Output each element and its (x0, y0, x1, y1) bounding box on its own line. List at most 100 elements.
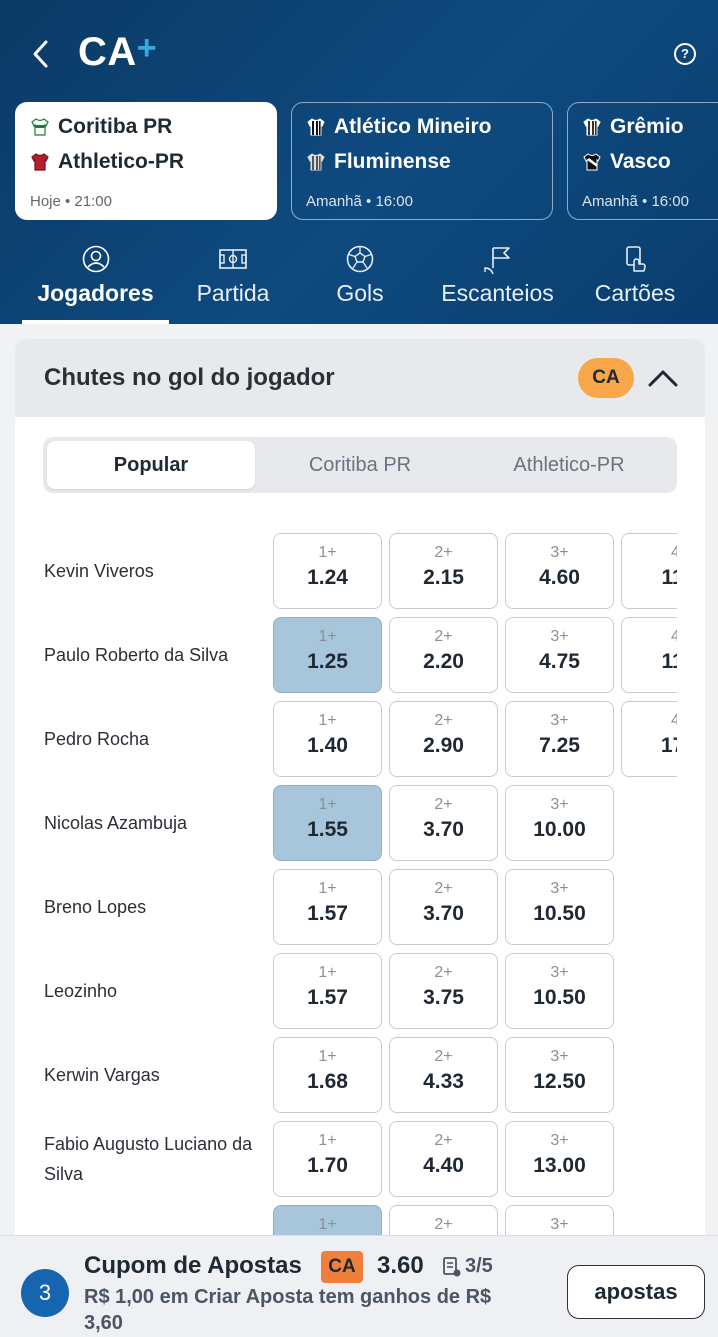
odds-threshold: 1+ (318, 964, 337, 981)
match-selector: Coritiba PR Athletico-PR Hoje • 21:00 At… (0, 102, 718, 222)
ball-icon (346, 245, 374, 273)
player-row: Nicolas Azambuja 1+ 1.55 2+ 3.70 3+ 10.00 (15, 785, 705, 869)
odds-threshold: 1+ (318, 880, 337, 897)
home-team: Grêmio (610, 115, 684, 138)
odds-threshold: 2+ (434, 712, 453, 729)
odds-button[interactable]: 3+ 10.00 (505, 785, 614, 861)
odds-button[interactable]: 411. (621, 533, 677, 609)
player-row: Fabio Augusto Luciano da Silva 1+ 1.70 2+ 4.… (15, 1121, 705, 1205)
header: CA+ ? Coritiba PR Athletico-PR Hoje • 21… (0, 0, 718, 324)
match-card-0[interactable]: Coritiba PR Athletico-PR Hoje • 21:00 (15, 102, 277, 220)
odds-value: 1.68 (307, 1070, 348, 1093)
odds-button[interactable]: 2+ 4.33 (389, 1037, 498, 1113)
odds-value: 11. (661, 650, 677, 673)
odds-value: 1.55 (307, 818, 348, 841)
match-card-2[interactable]: Grêmio Vasco Amanhã • 16:00 (567, 102, 718, 220)
apostas-button[interactable]: apostas (567, 1265, 705, 1319)
home-team: Atlético Mineiro (334, 115, 492, 138)
odds-button[interactable]: 2+ 2.15 (389, 533, 498, 609)
back-arrow-icon[interactable] (26, 34, 58, 74)
odds-button[interactable]: 1+ 1.25 (273, 617, 382, 693)
match-card-1[interactable]: Atlético Mineiro Fluminense Amanhã • 16:… (291, 102, 553, 220)
odds-threshold: 1+ (318, 712, 337, 729)
odds-button[interactable]: 3+ 10.50 (505, 953, 614, 1029)
segment-coritiba[interactable]: Coritiba PR (256, 441, 464, 489)
odds-button[interactable]: 417. (621, 701, 677, 777)
odds-threshold: 1+ (318, 544, 337, 561)
odds-threshold: 3+ (550, 964, 569, 981)
away-team: Fluminense (334, 150, 451, 173)
player-name: Pedro Rocha (44, 729, 150, 749)
corner-flag-icon (483, 247, 510, 274)
odds-value: 1.57 (307, 902, 348, 925)
away-team: Vasco (610, 150, 671, 173)
match-time: Hoje • 21:00 (30, 193, 112, 210)
tab-cartoes[interactable]: Cartões (585, 240, 685, 324)
chevron-up-icon[interactable] (647, 365, 679, 391)
odds-value: 3.70 (423, 902, 464, 925)
tab-jogadores[interactable]: Jogadores (22, 240, 169, 324)
player-name: Leozinho (44, 981, 118, 1001)
odds-group: 1+1.252+2.203+4.75411. (273, 617, 677, 695)
odds-button[interactable]: 3+ 13.00 (505, 1121, 614, 1197)
odds-threshold: 2+ (434, 1216, 453, 1233)
odds-button[interactable]: 3+ 10.50 (505, 869, 614, 945)
shirt-red-icon (31, 153, 49, 171)
shirt-striped-icon (307, 118, 325, 136)
odds-threshold: 3+ (550, 796, 569, 813)
odds-button[interactable]: 1+ 1.40 (273, 701, 382, 777)
market-header[interactable]: Chutes no gol do jogador CA (15, 339, 705, 417)
odds-button[interactable]: 1+ 1.70 (273, 1121, 382, 1197)
odds-button[interactable]: 2+ 3.70 (389, 785, 498, 861)
odds-button[interactable]: 1+ 1.57 (273, 953, 382, 1029)
odds-threshold: 3+ (550, 712, 569, 729)
odds-threshold: 2+ (434, 880, 453, 897)
odds-button[interactable]: 3+ 7.25 (505, 701, 614, 777)
odds-button[interactable]: 2+ 2.90 (389, 701, 498, 777)
player-row: Kevin Viveros1+1.242+2.153+4.60411. (15, 533, 705, 617)
odds-value: 4.40 (423, 1154, 464, 1177)
player-name: Paulo Roberto da Silva (44, 645, 229, 665)
card-icon (626, 246, 646, 272)
odds-group: 1+ 1.57 2+ 3.70 3+ 10.50 (273, 869, 677, 947)
bet-coupon-bar[interactable]: 3 Cupom de Apostas CA 3.60 3/5 R$ 1,00 e… (0, 1235, 718, 1337)
coupon-total-odds: 3.60 (377, 1252, 424, 1279)
odds-value: 2.90 (423, 734, 464, 757)
odds-group: 1+1.40 2+ 2.90 3+7.25417. (273, 701, 677, 779)
help-icon[interactable]: ? (674, 43, 696, 65)
odds-button[interactable]: 411. (621, 617, 677, 693)
segment-popular[interactable]: Popular (47, 441, 255, 489)
tab-partida[interactable]: Partida (178, 240, 288, 324)
player-name: Breno Lopes (44, 897, 147, 917)
segment-athletico[interactable]: Athletico-PR (465, 441, 673, 489)
odds-threshold: 2+ (434, 1048, 453, 1065)
team-filter: Popular Coritiba PR Athletico-PR (43, 437, 677, 493)
odds-button[interactable]: 1+ 1.57 (273, 869, 382, 945)
player-row: Paulo Roberto da Silva 1+ 1.25 2+ 2.20 3+ 4.75… (15, 617, 705, 701)
player-row: Breno Lopes 1+ 1.57 2+ 3.70 3+ 10.50 (15, 869, 705, 953)
odds-value: 1.57 (307, 986, 348, 1009)
odds-threshold: 1+ (318, 628, 337, 645)
player-row: Leozinho 1+ 1.57 2+ 3.75 3+ 10.50 (15, 953, 705, 1037)
odds-button[interactable]: 1+ 1.68 (273, 1037, 382, 1113)
odds-button[interactable]: 3+ 4.75 (505, 617, 614, 693)
home-team: Coritiba PR (58, 115, 173, 138)
shirt-green-icon (31, 118, 49, 136)
odds-button[interactable]: 2+ 3.75 (389, 953, 498, 1029)
odds-button[interactable]: 2+ 3.70 (389, 869, 498, 945)
odds-button[interactable]: 2+ 2.20 (389, 617, 498, 693)
odds-threshold: 4 (671, 712, 677, 729)
odds-button[interactable]: 1+ 1.24 (273, 533, 382, 609)
odds-button[interactable]: 3+ 12.50 (505, 1037, 614, 1113)
odds-button[interactable]: 1+ 1.55 (273, 785, 382, 861)
odds-button[interactable]: 3+ 4.60 (505, 533, 614, 609)
tab-gols[interactable]: Gols (310, 240, 410, 324)
coupon-legs: 3/5 (443, 1255, 493, 1278)
tab-escanteios[interactable]: Escanteios (435, 240, 560, 324)
player-name: Nicolas Azambuja (44, 813, 188, 833)
odds-group: 1+1.242+2.153+4.60411. (273, 533, 677, 611)
odds-threshold: 4 (671, 628, 677, 645)
odds-button[interactable]: 2+ 4.40 (389, 1121, 498, 1197)
market-card: Chutes no gol do jogador CA Popular Cori… (15, 339, 705, 1259)
odds-threshold: 3+ (550, 544, 569, 561)
